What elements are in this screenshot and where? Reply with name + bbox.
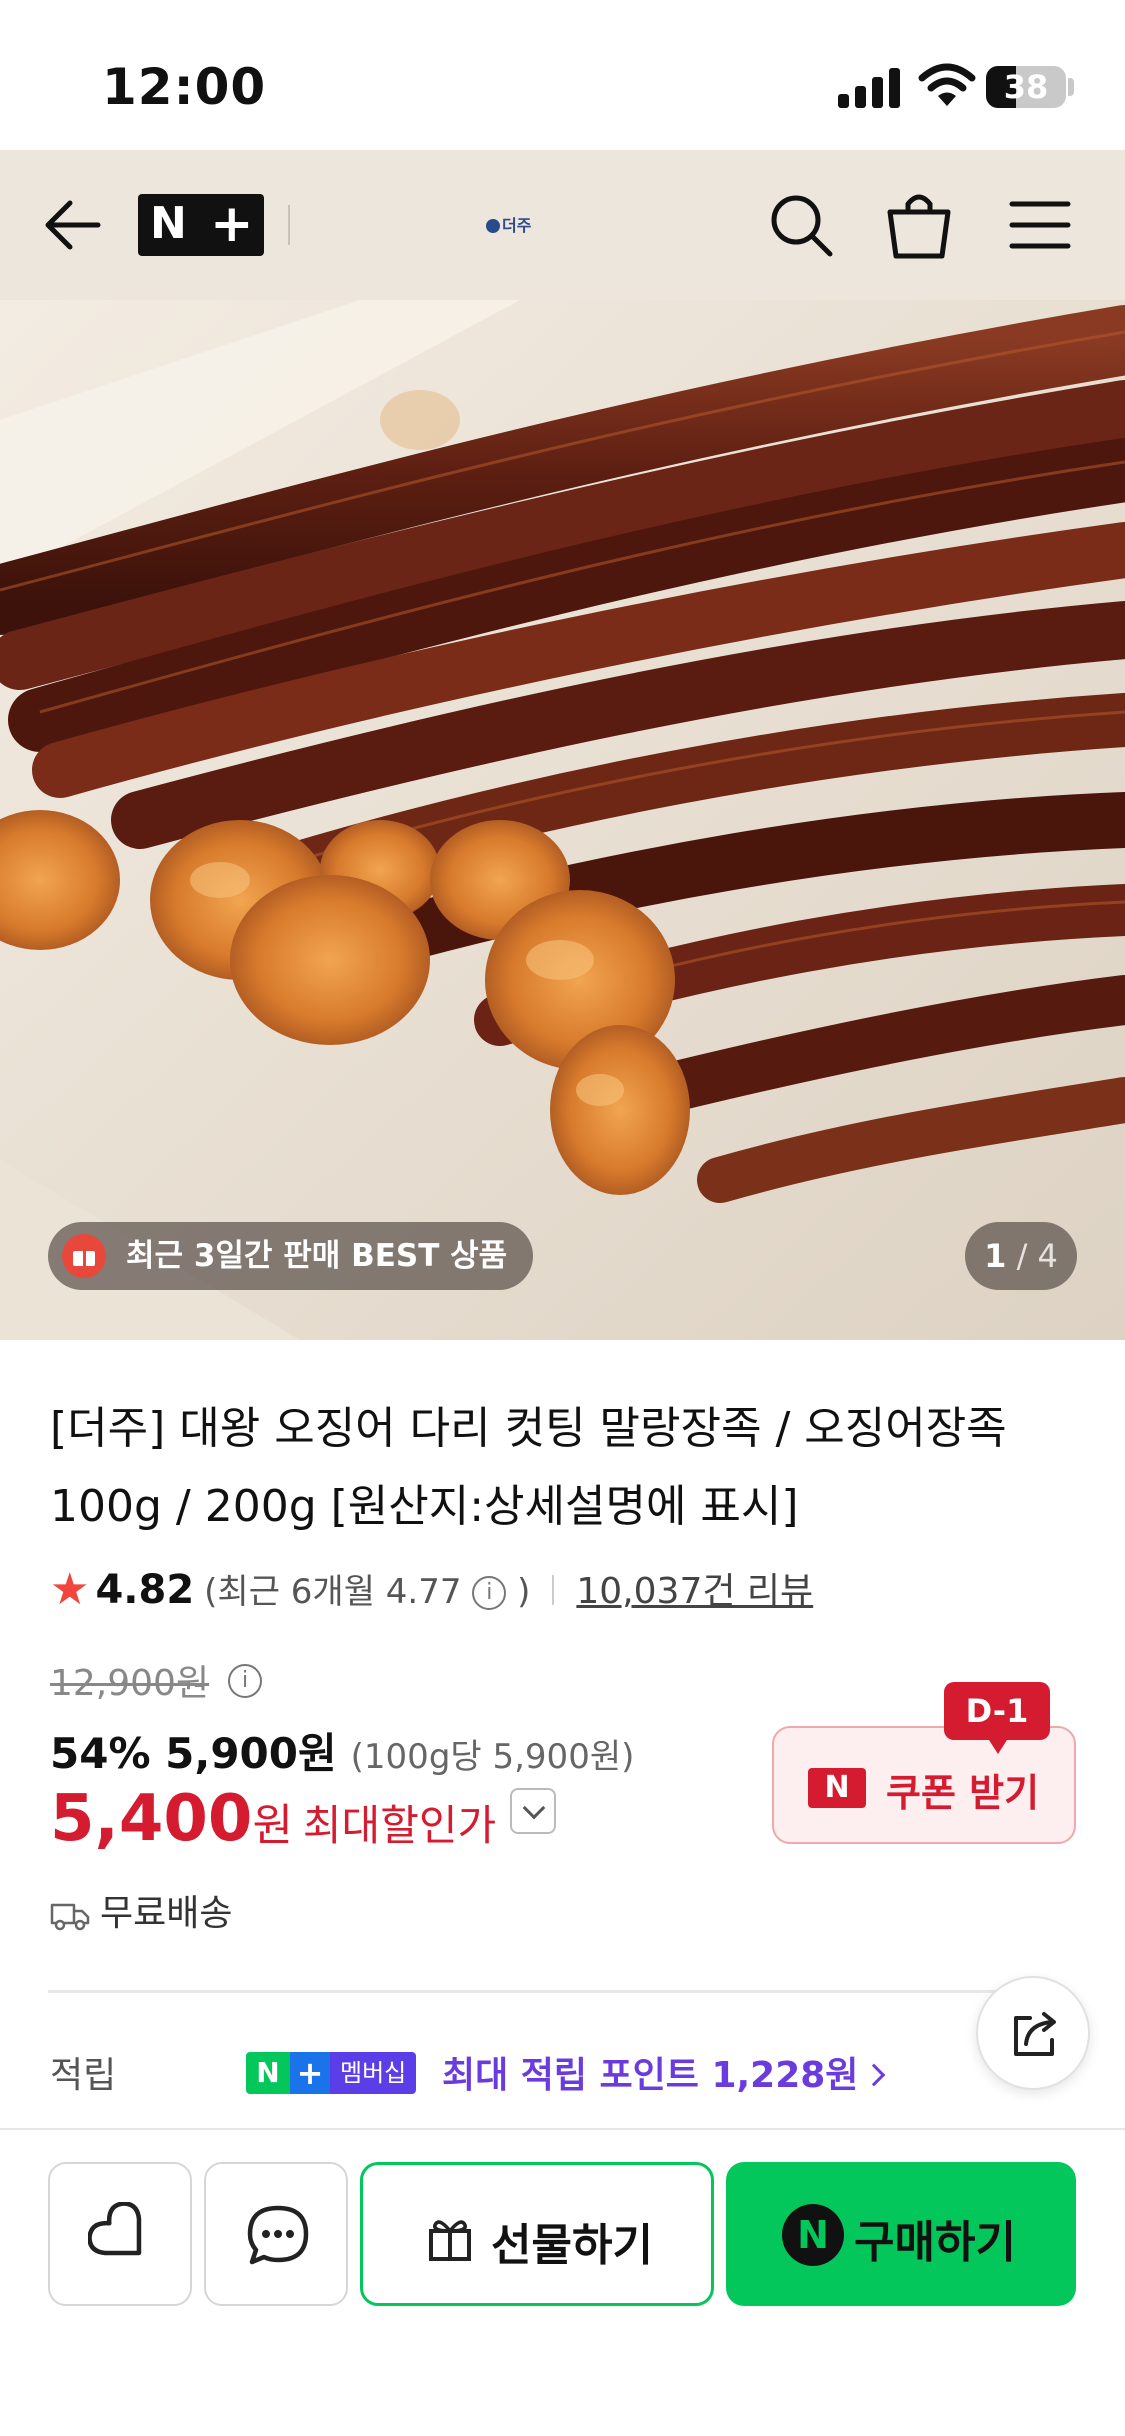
max-discount-currency: 원 (252, 1800, 293, 1851)
chat-button[interactable] (204, 2162, 348, 2306)
price-info-icon[interactable]: i (228, 1664, 262, 1698)
recent-rating: (최근 6개월 4.77 i ) (204, 1572, 530, 1612)
image-page-counter: 1 / 4 (965, 1222, 1077, 1290)
gift-button[interactable]: 선물하기 (360, 2162, 714, 2306)
coupon-button[interactable]: N 쿠폰 받기 (772, 1726, 1076, 1844)
rating-row: ★ 4.82 (최근 6개월 4.77 i ) 10,037건 리뷰 (50, 1562, 813, 1618)
heart-icon (88, 2202, 142, 2256)
points-label: 적립 (50, 2055, 117, 2096)
cellular-signal-icon (838, 66, 900, 108)
best-seller-badge-text: 최근 3일간 판매 BEST 상품 (126, 1238, 508, 1274)
max-points-text: 최대 적립 포인트 1,228원 (442, 2055, 859, 2096)
store-logo-text: 더주 (502, 216, 532, 235)
star-icon: ★ (50, 1564, 90, 1615)
gift-button-label: 선물하기 (491, 2220, 653, 2271)
discount-row: 54% 5,900원 (100g당 5,900원) (50, 1720, 634, 1781)
share-icon (1014, 2012, 1056, 2056)
max-discount-row: 5,400원 최대할인가 (50, 1782, 557, 1856)
chevron-down-icon[interactable] (510, 1788, 557, 1834)
membership-badge-text: 멤버십 (330, 2052, 417, 2094)
image-page-current: 1 (984, 1237, 1007, 1275)
battery-level: 38 (1003, 68, 1049, 106)
buy-button[interactable]: N 구매하기 (726, 2162, 1076, 2306)
membership-badge-n: N (246, 2052, 290, 2094)
gift-icon (62, 1234, 106, 1278)
wifi-icon (918, 63, 976, 106)
max-discount-label: 최대할인가 (302, 1801, 497, 1850)
hamburger-menu-icon[interactable] (1008, 198, 1072, 252)
unit-price: (100g당 5,900원) (350, 1737, 635, 1777)
recent-rating-close: ) (517, 1572, 531, 1612)
review-count-link[interactable]: 10,037건 리뷰 (576, 1571, 813, 1612)
buy-button-label: 구매하기 (854, 2217, 1016, 2268)
section-divider (48, 1990, 1028, 1993)
status-time: 12:00 (102, 58, 267, 116)
chat-bubble-icon (247, 2205, 309, 2265)
store-logo[interactable]: 더주 (486, 212, 546, 238)
shipping-text: 무료배송 (100, 1893, 233, 1934)
naver-coupon-icon: N (808, 1768, 866, 1808)
rating-separator (552, 1575, 555, 1605)
chevron-right-icon (863, 2063, 886, 2087)
original-price: 12,900원 (50, 1663, 210, 1704)
gift-box-icon (429, 2220, 471, 2261)
discount-rate: 54% (50, 1729, 151, 1778)
top-navigation-bar: N + 더주 (0, 150, 1125, 300)
wishlist-button[interactable] (48, 2162, 192, 2306)
naver-plus-store-logo[interactable]: N + (138, 194, 264, 256)
search-icon[interactable] (768, 192, 834, 258)
sale-price: 5,900원 (165, 1729, 337, 1778)
naver-pay-icon: N (782, 2204, 844, 2266)
product-photo (0, 300, 1125, 1340)
best-seller-badge: 최근 3일간 판매 BEST 상품 (48, 1222, 534, 1290)
shopping-bag-icon[interactable] (886, 190, 952, 260)
battery-tip (1068, 78, 1074, 96)
rating-value: 4.82 (95, 1567, 195, 1613)
info-icon[interactable]: i (472, 1576, 507, 1610)
product-title: [더주] 대왕 오징어 다리 컷팅 말랑장족 / 오징어장족 100g / 20… (50, 1403, 1007, 1532)
nav-divider (288, 205, 290, 245)
shipping-info: 무료배송 (50, 1884, 232, 1936)
truck-icon (50, 1903, 90, 1931)
store-logo-mark (486, 219, 500, 233)
naver-plus-membership-badge: N + 멤버십 (246, 2052, 417, 2094)
back-arrow-icon[interactable] (40, 195, 104, 255)
membership-badge-plus: + (290, 2052, 330, 2094)
dday-badge: D-1 (944, 1682, 1050, 1754)
recent-rating-text: (최근 6개월 4.77 (204, 1572, 462, 1612)
image-page-total: / 4 (1016, 1237, 1058, 1275)
max-discount-price: 5,400 (50, 1782, 253, 1856)
battery-icon: 38 (986, 66, 1066, 108)
coupon-button-label: 쿠폰 받기 (886, 1771, 1040, 1815)
max-points-link[interactable]: 최대 적립 포인트 1,228원 (442, 2046, 886, 2098)
product-image-carousel[interactable]: 최근 3일간 판매 BEST 상품 1 / 4 (0, 300, 1125, 1340)
share-button[interactable] (976, 1976, 1090, 2090)
status-bar: 12:00 38 (0, 0, 1125, 150)
